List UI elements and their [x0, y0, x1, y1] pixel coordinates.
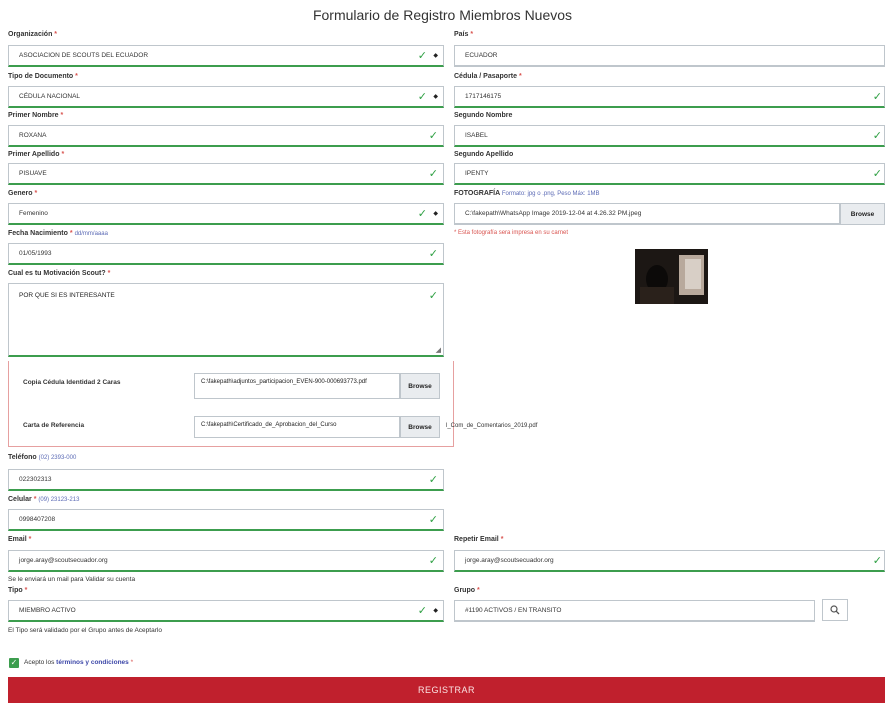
celular-label: Celular * (09) 23123-213	[8, 496, 80, 503]
carta-referencia-file-input[interactable]: C:\fakepath\Certificado_de_Aprobacion_de…	[194, 416, 400, 438]
valid-check-icon: ✓	[428, 290, 438, 302]
primer-apellido-label: Primer Apellido *	[8, 151, 65, 158]
terms-checkbox[interactable]: ✓	[9, 658, 19, 668]
valid-check-icon: ✓	[428, 474, 438, 486]
photo-preview	[635, 249, 708, 304]
chevron-down-icon: ◆	[433, 53, 438, 59]
valid-check-icon: ✓	[872, 91, 882, 103]
pais-input[interactable]: ECUADOR	[454, 45, 885, 67]
copia-cedula-file-input[interactable]: C:\fakepath\adjuntos_participacion_EVEN-…	[194, 373, 400, 399]
carta-referencia-browse-button[interactable]: Browse	[400, 416, 440, 438]
email-label: Email *	[8, 536, 32, 543]
valid-check-icon: ✓	[428, 514, 438, 526]
chevron-down-icon: ◆	[433, 211, 438, 217]
copia-cedula-label: Copia Cédula Identidad 2 Caras	[23, 379, 121, 386]
grupo-search-button[interactable]	[822, 599, 848, 621]
fecha-nacimiento-input[interactable]: 01/05/1993 ✓	[8, 243, 444, 265]
register-button[interactable]: REGISTRAR	[8, 677, 885, 703]
valid-check-icon: ✓	[417, 91, 427, 103]
motivacion-label: Cual es tu Motivación Scout? *	[8, 270, 111, 277]
grupo-label: Grupo *	[454, 587, 480, 594]
motivacion-textarea[interactable]: POR QUE SI ES INTERESANTE ✓ ◢	[8, 283, 444, 357]
telefono-label: Teléfono (02) 2393-000	[8, 454, 77, 461]
organizacion-select[interactable]: ASOCIACION DE SCOUTS DEL ECUADOR ✓ ◆	[8, 45, 444, 67]
chevron-down-icon: ◆	[433, 94, 438, 100]
primer-nombre-input[interactable]: ROXANA ✓	[8, 125, 444, 147]
fecha-nacimiento-label: Fecha Nacimiento * dd/mm/aaaa	[8, 230, 108, 237]
valid-check-icon: ✓	[872, 130, 882, 142]
chevron-down-icon: ◆	[433, 608, 438, 614]
tipo-note: El Tipo será validado por el Grupo antes…	[8, 627, 162, 634]
valid-check-icon: ✓	[417, 50, 427, 62]
valid-check-icon: ✓	[417, 208, 427, 220]
email-note: Se le enviará un mail para Validar su cu…	[8, 576, 136, 583]
tipo-select[interactable]: MIEMBRO ACTIVO ✓ ◆	[8, 600, 444, 622]
terms-text: Acepto los términos y condiciones *	[24, 659, 134, 666]
valid-check-icon: ✓	[428, 248, 438, 260]
valid-check-icon: ✓	[428, 555, 438, 567]
cedula-input[interactable]: 1717146175 ✓	[454, 86, 885, 108]
valid-check-icon: ✓	[428, 130, 438, 142]
telefono-input[interactable]: 022302313 ✓	[8, 469, 444, 491]
fotografia-browse-button[interactable]: Browse	[840, 203, 885, 225]
celular-input[interactable]: 0998407208 ✓	[8, 509, 444, 531]
email-input[interactable]: jorge.aray@scoutsecuador.org ✓	[8, 550, 444, 572]
segundo-nombre-label: Segundo Nombre	[454, 112, 513, 119]
resize-handle-icon[interactable]: ◢	[436, 346, 441, 354]
segundo-apellido-input[interactable]: IPENTY ✓	[454, 163, 885, 185]
primer-nombre-label: Primer Nombre *	[8, 112, 64, 119]
genero-select[interactable]: Femenino ✓ ◆	[8, 203, 444, 225]
tipo-documento-select[interactable]: CÉDULA NACIONAL ✓ ◆	[8, 86, 444, 108]
valid-check-icon: ✓	[872, 168, 882, 180]
grupo-input[interactable]: #1190 ACTIVOS / EN TRANSITO	[454, 600, 815, 622]
carta-referencia-label: Carta de Referencia	[23, 422, 85, 429]
tipo-label: Tipo *	[8, 587, 28, 594]
fotografia-warning: * Esta fotografía sera impresa en su car…	[454, 230, 569, 236]
valid-check-icon: ✓	[428, 168, 438, 180]
tipo-documento-label: Tipo de Documento *	[8, 73, 78, 80]
terms-link[interactable]: términos y condiciones	[56, 659, 129, 666]
primer-apellido-input[interactable]: PISUAVE ✓	[8, 163, 444, 185]
repetir-email-input[interactable]: jorge.aray@scoutsecuador.org ✓	[454, 550, 885, 572]
repetir-email-label: Repetir Email *	[454, 536, 504, 543]
fotografia-file-input[interactable]: C:\fakepath\WhatsApp Image 2019-12-04 at…	[454, 203, 840, 225]
fotografia-label: FOTOGRAFÍA Formato: jpg o .png, Peso Máx…	[454, 190, 600, 197]
genero-label: Genero *	[8, 190, 38, 197]
organizacion-label: Organización *	[8, 31, 58, 38]
search-icon	[830, 605, 840, 615]
valid-check-icon: ✓	[872, 555, 882, 567]
copia-cedula-browse-button[interactable]: Browse	[400, 373, 440, 399]
cedula-label: Cédula / Pasaporte *	[454, 73, 522, 80]
carta-referencia-overflow-text: l_Com_de_Comentarios_2019.pdf	[446, 423, 538, 429]
valid-check-icon: ✓	[417, 605, 427, 617]
page-title: Formulario de Registro Miembros Nuevos	[312, 7, 573, 23]
segundo-nombre-input[interactable]: ISABEL ✓	[454, 125, 885, 147]
segundo-apellido-label: Segundo Apellido	[454, 151, 514, 158]
pais-label: País *	[454, 31, 474, 38]
